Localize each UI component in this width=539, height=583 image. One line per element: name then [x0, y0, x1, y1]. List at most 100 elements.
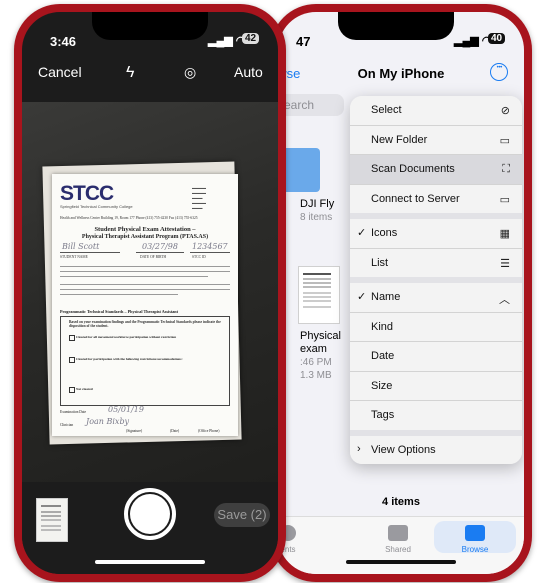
menu-item-label: Tags	[371, 409, 395, 421]
items-count: 4 items	[382, 496, 420, 508]
text-line	[60, 294, 178, 296]
cancel-button[interactable]: Cancel	[38, 64, 82, 80]
logo-subtitle: Springfield Technical Community College	[60, 204, 133, 209]
checkmark-icon: ✓	[357, 227, 367, 239]
shutter-button-inner[interactable]	[130, 494, 170, 534]
stcc-logo: STCC	[60, 182, 114, 205]
text-line	[60, 271, 230, 273]
disposition-box: Based on your examination findings and t…	[60, 316, 230, 406]
camera-viewfinder[interactable]: STCC Springfield Technical Community Col…	[22, 102, 278, 482]
flash-icon[interactable]: ϟ	[126, 64, 134, 82]
date-label: (Date)	[170, 429, 180, 433]
menu-item-date[interactable]: Date	[350, 342, 522, 372]
shared-folder-icon	[388, 525, 408, 541]
handwritten-name: Bill Scott	[62, 242, 100, 251]
menu-item-label: List	[371, 256, 389, 269]
menu-item-new-folder[interactable]: New Folder ▭	[350, 125, 522, 155]
doc-title: Student Physical Exam Attestation –	[94, 226, 196, 233]
standards-heading: Programmatic Technical Standards – Physi…	[60, 309, 179, 314]
tab-browse[interactable]: Browse	[435, 525, 515, 554]
text-line	[60, 289, 230, 291]
menu-item-list[interactable]: List ☰	[350, 248, 522, 277]
menu-item-scan-documents[interactable]: Scan Documents ⛶	[350, 155, 522, 185]
handwritten-id: 1234567	[192, 242, 228, 251]
dob-label: DATE OF BIRTH	[140, 255, 167, 259]
menu-item-select[interactable]: Select ⊘	[350, 96, 522, 126]
stcc-id-label: STCC ID	[192, 255, 206, 259]
menu-item-label: Size	[371, 379, 393, 392]
file-size: 1.3 MB	[300, 370, 332, 381]
dob-line	[136, 252, 184, 253]
menu-item-label: Connect to Server	[371, 192, 460, 205]
file-name-line1: Physical	[300, 330, 341, 342]
menu-item-connect-to-server[interactable]: Connect to Server ▭	[350, 184, 522, 213]
auto-capture-button[interactable]: Auto	[234, 64, 263, 80]
status-time: 47	[296, 34, 311, 49]
files-screen: 47 ▂▄▆ ◠ 40 owse On My iPhone earch DJI …	[278, 12, 524, 574]
id-line	[190, 252, 230, 253]
checkbox-restrictions	[69, 357, 75, 363]
clinician-label: Clinician	[60, 423, 74, 427]
files-phone: 47 ▂▄▆ ◠ 40 owse On My iPhone earch DJI …	[270, 4, 532, 582]
chevron-up-icon: ︿	[499, 294, 510, 306]
menu-item-label: Name	[371, 291, 401, 303]
folder-icon	[465, 525, 485, 541]
menu-item-name[interactable]: ✓ Name ︿	[350, 283, 522, 313]
side-note: ▬▬▬▬ ▬▬▬▬ ▬▬▬ ▬▬▬▬ ▬▬▬	[192, 186, 206, 210]
box-heading: Based on your examination findings and t…	[69, 320, 221, 328]
page-title: On My iPhone	[357, 66, 445, 81]
menu-item-label: New Folder	[371, 133, 428, 146]
scanned-page-thumbnail[interactable]	[36, 498, 68, 542]
folder-meta: 8 items	[300, 212, 333, 223]
checkmark-icon: ✓	[357, 291, 367, 303]
notch	[338, 12, 454, 40]
menu-item-label: Select	[371, 104, 402, 116]
scanned-document: STCC Springfield Technical Community Col…	[52, 174, 238, 436]
signal-wifi-icons: ▂▄▆ ◠	[208, 35, 246, 47]
option-not-cleared: Not cleared	[76, 387, 93, 391]
student-name-label: STUDENT NAME	[60, 255, 88, 259]
option-cleared: Cleared for all movement/workforce parti…	[76, 335, 177, 339]
handwritten-clinician: Joan Bixby	[86, 417, 130, 426]
signature-label: (Signature)	[126, 429, 143, 433]
notch	[92, 12, 208, 40]
menu-item-tags[interactable]: Tags	[350, 401, 522, 430]
chevron-right-icon: ›	[357, 442, 361, 455]
menu-item-size[interactable]: Size	[350, 371, 522, 401]
save-button[interactable]: Save (2)	[214, 503, 270, 527]
address-line: Health and Wellness Center Building 19, …	[60, 216, 198, 220]
tab-shared-label: Shared	[385, 545, 411, 554]
monitor-icon: ▭	[499, 193, 510, 206]
menu-item-label: Scan Documents	[371, 163, 455, 175]
file-time: :46 PM	[300, 357, 332, 368]
file-thumbnail[interactable]	[298, 266, 340, 324]
handwritten-dob: 03/27/98	[142, 242, 178, 251]
search-field[interactable]: earch	[278, 94, 344, 116]
menu-item-label: Kind	[371, 320, 394, 333]
menu-item-label: Date	[371, 350, 395, 362]
name-line	[60, 252, 120, 253]
tab-shared[interactable]: Shared	[358, 525, 438, 554]
doc-subtitle: Physical Therapist Assistant Program (PT…	[81, 234, 209, 240]
status-time: 3:46	[50, 34, 77, 49]
exam-date-label: Examination Date	[60, 410, 87, 414]
camera-phone: 3:46 ▂▄▆ ◠ 42 Cancel ϟ ◎ Auto STCC Sprin…	[14, 4, 286, 582]
menu-item-label: View Options	[371, 443, 436, 456]
menu-item-view-options[interactable]: › View Options	[350, 435, 522, 464]
menu-item-kind[interactable]: Kind	[350, 312, 522, 342]
new-folder-icon: ▭	[499, 134, 510, 147]
option-restrictions: Cleared for participation with the follo…	[76, 357, 183, 361]
grid-icon: ▦	[499, 228, 510, 240]
menu-item-icons[interactable]: ✓ Icons ▦	[350, 219, 522, 249]
checkmark-circle-icon: ⊘	[500, 105, 510, 117]
checkbox-cleared	[69, 335, 75, 341]
more-options-icon[interactable]	[490, 63, 508, 81]
camera-screen: 3:46 ▂▄▆ ◠ 42 Cancel ϟ ◎ Auto STCC Sprin…	[22, 12, 278, 574]
file-name-line2: exam	[300, 343, 327, 355]
folder-name: DJI Fly	[300, 198, 335, 210]
text-line	[60, 276, 208, 278]
battery-indicator: 40	[488, 33, 506, 44]
filter-icon[interactable]: ◎	[184, 64, 196, 81]
text-line	[60, 266, 230, 268]
office-phone-label: (Office Phone)	[198, 429, 220, 433]
